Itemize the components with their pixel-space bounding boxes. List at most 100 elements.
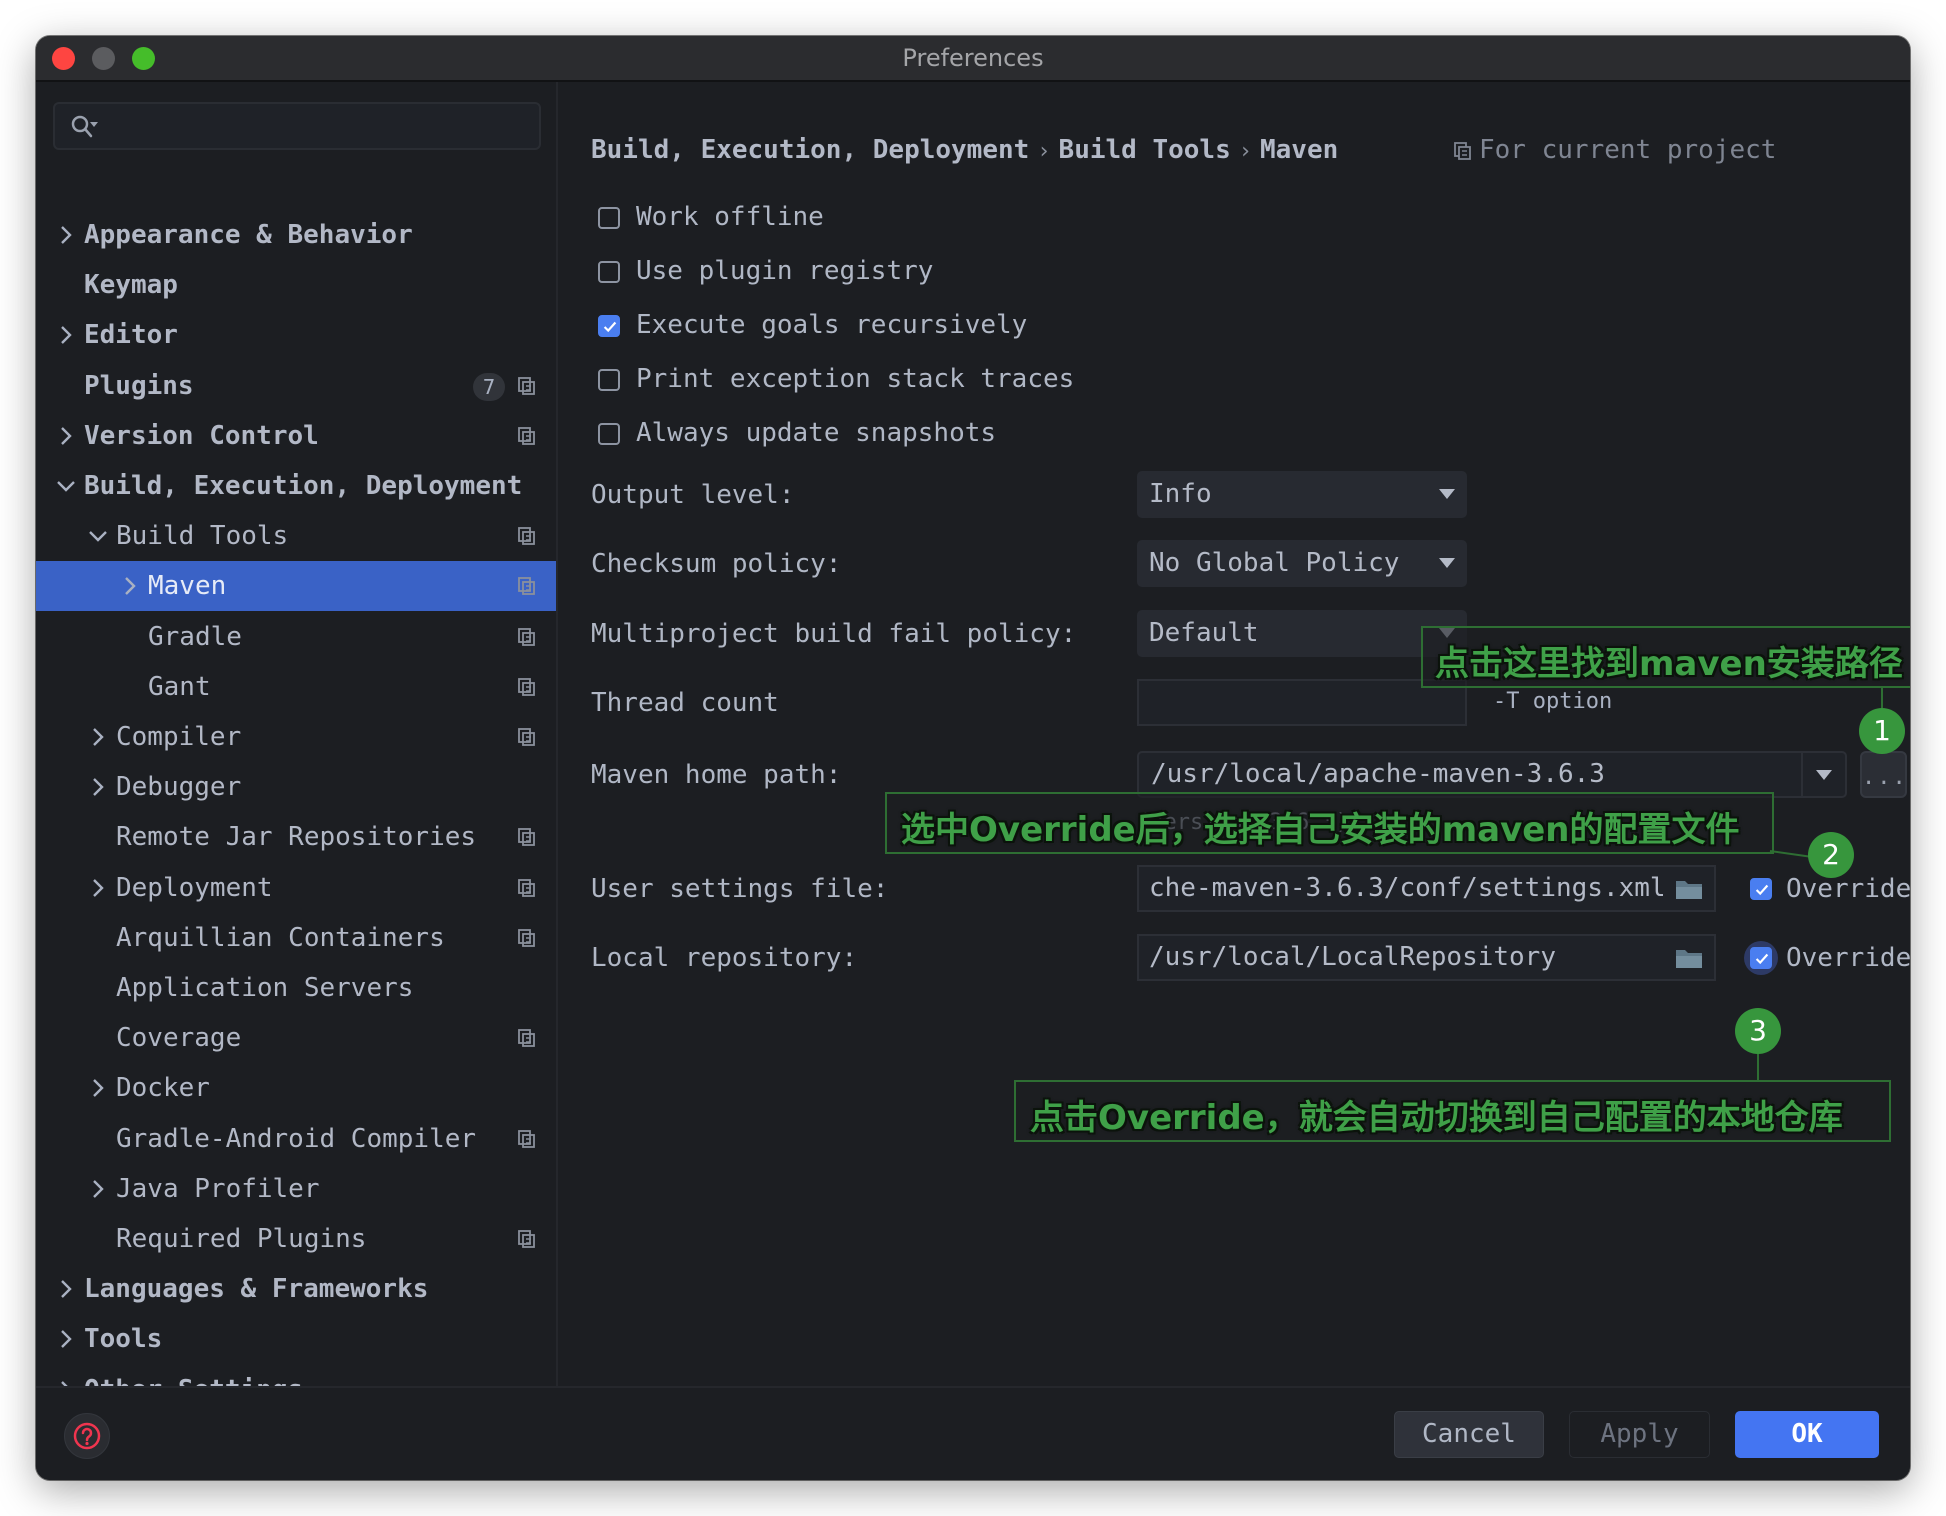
apply-button[interactable]: Apply <box>1569 1411 1710 1458</box>
folder-icon[interactable] <box>1674 877 1704 901</box>
sidebar-item-label: Docker <box>116 1073 210 1104</box>
project-scope-icon <box>517 576 537 596</box>
scope-label: For current project <box>1479 135 1777 165</box>
local-repository-label: Local repository: <box>591 943 858 973</box>
work-offline-label: Work offline <box>636 202 824 232</box>
chevron-right-icon[interactable] <box>86 725 110 749</box>
user-settings-input[interactable]: che-maven-3.6.3/conf/settings.xml <box>1137 865 1716 912</box>
project-scope-icon <box>517 1229 537 1249</box>
sidebar-item-label: Keymap <box>84 270 178 301</box>
chevron-right-icon[interactable] <box>54 1327 78 1351</box>
user-settings-override-checkbox[interactable] <box>1750 878 1772 900</box>
project-scope-icon <box>517 1129 537 1149</box>
chevron-right-icon[interactable] <box>86 775 110 799</box>
sidebar-item-label: Gradle-Android Compiler <box>116 1123 477 1154</box>
ok-button[interactable]: OK <box>1735 1411 1879 1458</box>
project-scope-icon <box>517 426 537 446</box>
project-scope-icon <box>517 727 537 747</box>
annotation-3-box: 点击Override，就会自动切换到自己配置的本地仓库 <box>1014 1080 1891 1142</box>
dialog-footer: Cancel Apply OK <box>36 1386 1910 1480</box>
sidebar-item-label: Java Profiler <box>116 1173 320 1204</box>
sidebar-item-docker[interactable]: Docker <box>36 1063 556 1113</box>
use-plugin-registry-checkbox[interactable] <box>598 261 620 283</box>
maven-home-browse-button[interactable]: ... <box>1860 751 1907 798</box>
local-repository-input[interactable]: /usr/local/LocalRepository <box>1137 934 1716 981</box>
print-exception-stack-traces-label: Print exception stack traces <box>636 364 1075 394</box>
chevron-down-icon[interactable] <box>54 474 78 498</box>
title-bar: Preferences <box>36 36 1910 82</box>
checksum-policy-select[interactable]: No Global Policy <box>1137 540 1467 587</box>
sidebar-item-plugins[interactable]: Plugins 7 <box>36 361 556 411</box>
sidebar-item-debugger[interactable]: Debugger <box>36 762 556 812</box>
sidebar-item-application-servers[interactable]: Application Servers <box>36 963 556 1013</box>
sidebar-item-compiler[interactable]: Compiler <box>36 712 556 762</box>
chevron-right-icon[interactable] <box>54 323 78 347</box>
sidebar-item-label: Build, Execution, Deployment <box>84 471 523 501</box>
multiproject-fail-policy-select[interactable]: Default <box>1137 610 1467 657</box>
folder-icon[interactable] <box>1674 946 1704 970</box>
sidebar-item-build-tools[interactable]: Build Tools <box>36 511 556 561</box>
breadcrumb-item-current: Maven <box>1259 135 1339 165</box>
chevron-down-icon[interactable] <box>86 524 110 548</box>
sidebar-item-remote-jar-repositories[interactable]: Remote Jar Repositories <box>36 812 556 862</box>
sidebar-item-keymap[interactable]: Keymap <box>36 260 556 310</box>
chevron-right-icon[interactable] <box>86 876 110 900</box>
sidebar-item-appearance-behavior[interactable]: Appearance & Behavior <box>36 210 556 260</box>
sidebar-item-label: Gradle <box>148 621 242 652</box>
sidebar-item-languages-frameworks[interactable]: Languages & Frameworks <box>36 1264 556 1314</box>
sidebar-item-label: Gant <box>148 671 211 702</box>
sidebar-item-gant[interactable]: Gant <box>36 662 556 712</box>
sidebar-item-label: Build Tools <box>116 521 289 552</box>
always-update-snapshots-checkbox[interactable] <box>598 423 620 445</box>
local-repository-override-label: Override <box>1786 943 1910 973</box>
sidebar-item-editor[interactable]: Editor <box>36 310 556 360</box>
sidebar-item-label: Remote Jar Repositories <box>116 822 477 853</box>
chevron-right-icon[interactable] <box>54 223 78 247</box>
chevron-right-icon[interactable] <box>54 1277 78 1301</box>
project-scope-icon <box>517 627 537 647</box>
sidebar-item-java-profiler[interactable]: Java Profiler <box>36 1164 556 1214</box>
user-settings-label: User settings file: <box>591 874 889 904</box>
chevron-right-icon[interactable] <box>86 1177 110 1201</box>
local-repository-override-checkbox[interactable] <box>1750 947 1772 969</box>
chevron-right-icon[interactable] <box>118 574 142 598</box>
output-level-value: Info <box>1149 479 1212 509</box>
window-title: Preferences <box>902 44 1044 72</box>
sidebar-item-required-plugins[interactable]: Required Plugins <box>36 1214 556 1264</box>
project-scope-icon <box>517 827 537 847</box>
sidebar-item-label: Coverage <box>116 1023 242 1054</box>
sidebar-item-version-control[interactable]: Version Control <box>36 411 556 461</box>
sidebar-item-tools[interactable]: Tools <box>36 1314 556 1364</box>
thread-count-label: Thread count <box>591 688 779 718</box>
chevron-right-icon[interactable] <box>86 1076 110 1100</box>
sidebar-item-gradle-android-compiler[interactable]: Gradle-Android Compiler <box>36 1114 556 1164</box>
sidebar-item-build-execution-deployment[interactable]: Build, Execution, Deployment <box>36 461 556 511</box>
thread-count-input[interactable] <box>1137 679 1467 726</box>
execute-goals-recursively-checkbox[interactable] <box>598 315 620 337</box>
project-scope-icon <box>517 376 537 396</box>
breadcrumb-item[interactable]: Build Tools <box>1059 135 1231 165</box>
help-icon <box>73 1422 101 1450</box>
preferences-window: Preferences Appearance & Behavior Keymap E… <box>36 36 1910 1480</box>
print-exception-stack-traces-checkbox[interactable] <box>598 369 620 391</box>
sidebar-item-label: Languages & Frameworks <box>84 1274 429 1305</box>
sidebar-item-arquillian-containers[interactable]: Arquillian Containers <box>36 913 556 963</box>
output-level-select[interactable]: Info <box>1137 471 1467 518</box>
sidebar-item-maven[interactable]: Maven <box>36 561 556 612</box>
work-offline-checkbox[interactable] <box>598 207 620 229</box>
maven-home-select[interactable]: /usr/local/apache-maven-3.6.3 <box>1137 751 1847 798</box>
breadcrumb-item[interactable]: Build, Execution, Deployment <box>591 135 1029 165</box>
settings-search-input[interactable] <box>53 102 541 150</box>
annotation-3-text: 点击Override，就会自动切换到自己配置的本地仓库 <box>1030 1098 1843 1138</box>
sidebar-item-deployment[interactable]: Deployment <box>36 863 556 913</box>
help-button[interactable] <box>64 1413 110 1459</box>
sidebar-item-label: Compiler <box>116 722 242 752</box>
thread-count-hint: -T option <box>1493 689 1613 714</box>
cancel-button[interactable]: Cancel <box>1394 1411 1544 1458</box>
sidebar-item-label: Debugger <box>116 772 242 803</box>
chevron-right-icon[interactable] <box>54 424 78 448</box>
sidebar-item-coverage[interactable]: Coverage <box>36 1013 556 1063</box>
sidebar-item-gradle[interactable]: Gradle <box>36 612 556 662</box>
annotation-1-text: 点击这里找到maven安装路径 <box>1435 644 1903 684</box>
always-update-snapshots-label: Always update snapshots <box>636 418 997 448</box>
